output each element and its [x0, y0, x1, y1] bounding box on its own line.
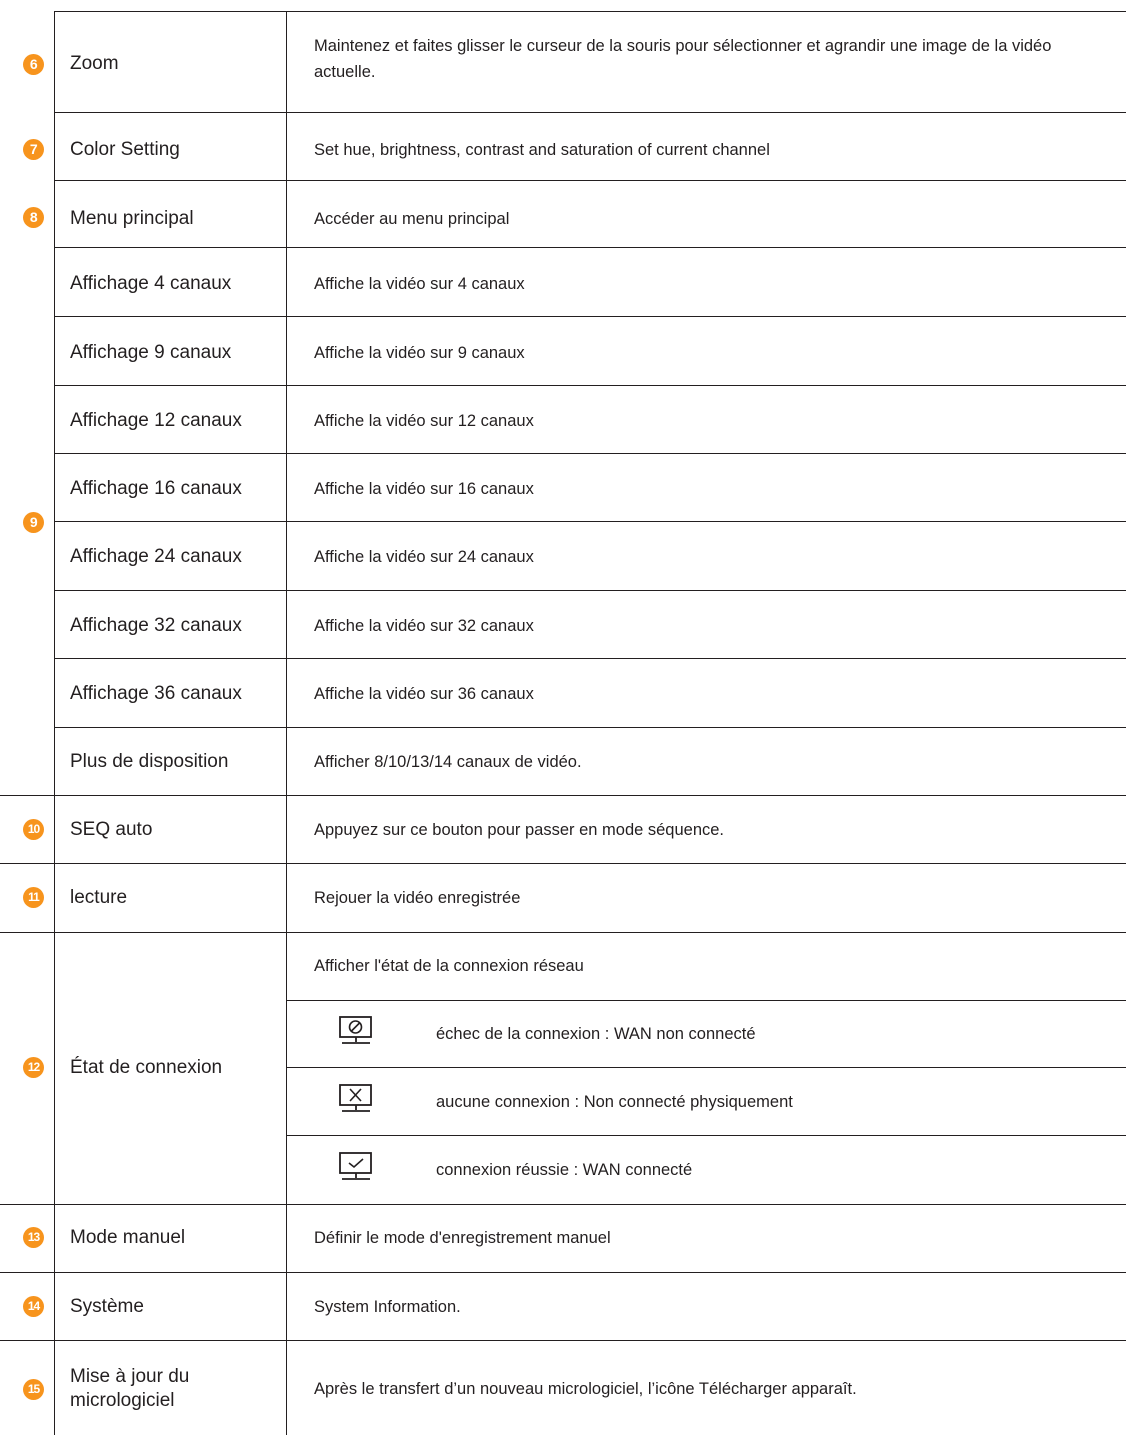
row-divider: [54, 590, 1126, 591]
row-number-badge: 14: [23, 1296, 44, 1317]
row-name: Color Setting: [70, 139, 180, 160]
sub-row-divider: [286, 1000, 1126, 1001]
row-name: Affichage 16 canaux: [70, 478, 242, 499]
row-description: Afficher 8/10/13/14 canaux de vidéo.: [314, 753, 582, 771]
network-disconnected-icon: [339, 1084, 372, 1112]
row-description: Affiche la vidéo sur 16 canaux: [314, 480, 534, 498]
row-description: Affiche la vidéo sur 36 canaux: [314, 685, 534, 703]
column-divider-middle: [286, 11, 287, 1435]
row-divider: [54, 453, 1126, 454]
status-description: aucune connexion : Non connecté physique…: [436, 1093, 793, 1111]
row-name: Affichage 9 canaux: [70, 342, 232, 363]
row-description: Rejouer la vidéo enregistrée: [314, 889, 521, 907]
status-description: connexion réussie : WAN connecté: [436, 1161, 693, 1179]
row-divider: [54, 180, 1126, 181]
sub-row-divider: [286, 1067, 1126, 1068]
row-number-badge: 6: [23, 54, 44, 75]
row-description: Après le transfert d’un nouveau microlog…: [314, 1380, 857, 1398]
row-name: Mise à jour du micrologiciel: [70, 1366, 190, 1411]
row-name: Système: [70, 1296, 144, 1317]
row-description: Afficher l'état de la connexion réseau: [314, 957, 584, 975]
row-divider: [0, 795, 1126, 796]
row-number-badge: 10: [23, 819, 44, 840]
row-divider: [54, 385, 1126, 386]
row-divider: [0, 1272, 1126, 1273]
row-name: Affichage 12 canaux: [70, 410, 242, 431]
row-description: Affiche la vidéo sur 4 canaux: [314, 275, 525, 293]
row-number-badge: 15: [23, 1379, 44, 1400]
row-description: Affiche la vidéo sur 9 canaux: [314, 344, 525, 362]
row-divider: [54, 316, 1126, 317]
row-description: Maintenez et faites glisser le curseur d…: [314, 37, 1052, 81]
status-description: échec de la connexion : WAN non connecté: [436, 1025, 756, 1043]
sub-row-divider: [286, 1135, 1126, 1136]
row-name: État de connexion: [70, 1057, 223, 1078]
row-description: Affiche la vidéo sur 32 canaux: [314, 617, 534, 635]
row-description: Affiche la vidéo sur 12 canaux: [314, 412, 534, 430]
row-divider: [54, 658, 1126, 659]
row-name: SEQ auto: [70, 819, 153, 840]
row-number-badge: 8: [23, 207, 44, 228]
column-divider-left: [54, 11, 55, 1435]
row-number-badge: 9: [23, 512, 44, 533]
row-divider: [0, 863, 1126, 864]
row-description: Set hue, brightness, contrast and satura…: [314, 141, 770, 159]
row-description: Appuyez sur ce bouton pour passer en mod…: [314, 821, 725, 839]
row-name: Plus de disposition: [70, 751, 229, 772]
table-top-rule: [54, 11, 1126, 12]
row-number-badge: 7: [23, 139, 44, 160]
row-name: Affichage 36 canaux: [70, 683, 242, 704]
network-connected-icon: [339, 1152, 372, 1180]
row-divider: [0, 1340, 1126, 1341]
row-divider: [0, 932, 1126, 933]
row-name: Affichage 4 canaux: [70, 273, 232, 294]
row-divider: [0, 1204, 1126, 1205]
row-name: Mode manuel: [70, 1227, 186, 1248]
row-name: lecture: [70, 887, 128, 908]
network-failed-icon: [339, 1016, 372, 1044]
row-name: Affichage 24 canaux: [70, 546, 242, 567]
row-name: Affichage 32 canaux: [70, 615, 242, 636]
row-number-badge: 13: [23, 1227, 44, 1248]
row-description: Définir le mode d'enregistrement manuel: [314, 1229, 611, 1247]
row-divider: [54, 727, 1126, 728]
row-name: Zoom: [70, 53, 119, 74]
row-divider: [54, 112, 1126, 113]
row-description: Affiche la vidéo sur 24 canaux: [314, 548, 534, 566]
row-divider: [54, 521, 1126, 522]
row-name: Menu principal: [70, 208, 194, 229]
row-description: System Information.: [314, 1298, 461, 1316]
row-number-badge: 11: [23, 887, 44, 908]
row-number-badge: 12: [23, 1057, 44, 1078]
row-description: Accéder au menu principal: [314, 210, 510, 228]
row-divider: [54, 247, 1126, 248]
